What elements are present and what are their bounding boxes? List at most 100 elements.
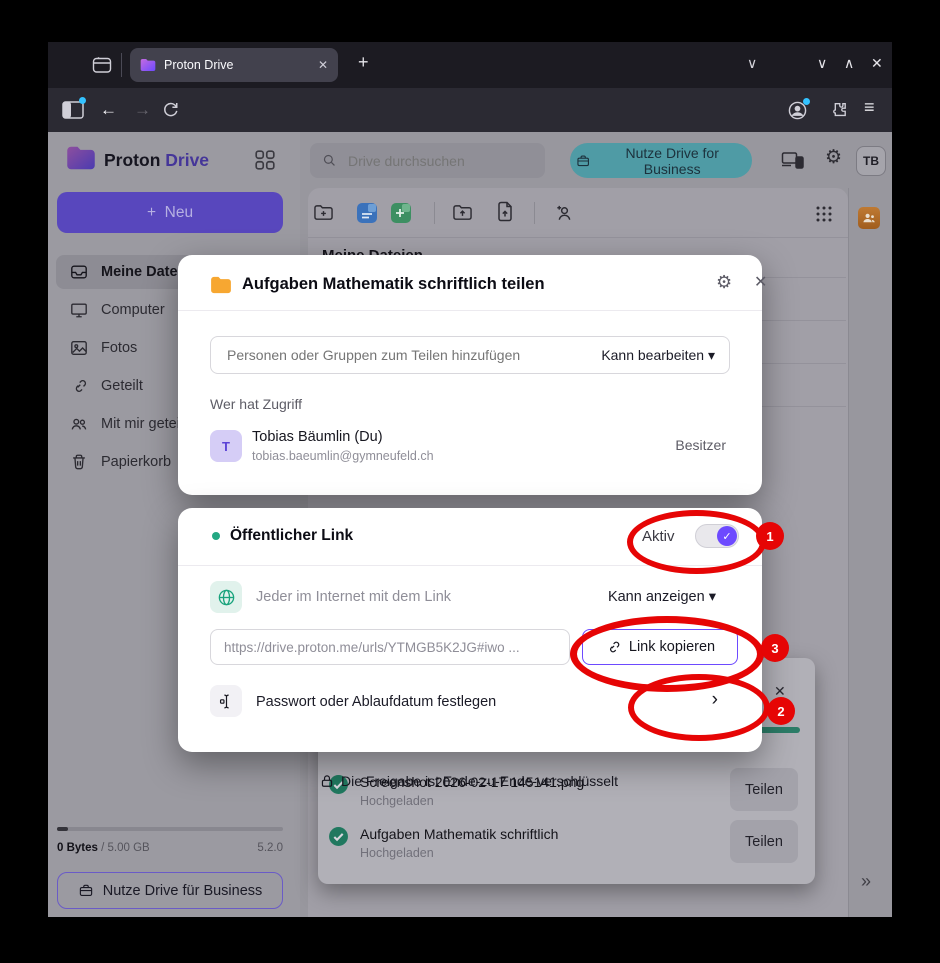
- tab-favicon-folder-icon: [140, 58, 156, 72]
- sidebar-notification-dot: [79, 97, 86, 104]
- globe-icon: [217, 588, 236, 607]
- search-icon: [322, 153, 337, 168]
- collapse-rail-icon[interactable]: »: [861, 872, 871, 890]
- annotation-badge-3: 3: [761, 634, 789, 662]
- proton-drive-logo-text: Proton Drive: [104, 150, 209, 171]
- trash-icon: [70, 453, 88, 471]
- app-version: 5.2.0: [257, 842, 283, 854]
- password-settings-icon: [218, 693, 235, 710]
- modal-close-icon[interactable]: ✕: [754, 275, 767, 291]
- window-minimize-button[interactable]: ∨: [817, 56, 827, 70]
- share-modal-card: Aufgaben Mathematik schriftlich teilen ⚙…: [178, 255, 762, 495]
- active-status-dot: [212, 532, 220, 540]
- sidebar-item-label: Papierkorb: [101, 454, 171, 470]
- window-maximize-button[interactable]: ∧: [844, 56, 854, 70]
- public-link-heading: Öffentlicher Link: [230, 527, 353, 545]
- modal-settings-gear-icon[interactable]: ⚙: [716, 273, 732, 291]
- invite-field[interactable]: Kann bearbeiten ▾: [210, 336, 730, 374]
- member-name: Tobias Bäumlin (Du): [252, 429, 383, 445]
- reload-icon[interactable]: [162, 100, 179, 118]
- back-button[interactable]: ←: [100, 101, 117, 118]
- annotation-ellipse-chevron: [628, 674, 770, 741]
- proton-drive-logo-icon: [66, 145, 96, 171]
- window-close-button[interactable]: ✕: [871, 56, 883, 70]
- new-tab-button[interactable]: +: [358, 53, 369, 71]
- caret-down-icon: ▾: [708, 347, 715, 363]
- business-upsell-footer-button[interactable]: Nutze Drive für Business: [57, 872, 283, 909]
- toolbar-separator: [534, 202, 535, 224]
- app-switcher-grid-icon[interactable]: [254, 149, 276, 171]
- share-url-field[interactable]: https://drive.proton.me/urls/YTMGB5K2JG#…: [210, 629, 570, 665]
- audience-label: Jeder im Internet mit dem Link: [256, 589, 451, 605]
- lock-icon: [320, 773, 334, 789]
- tab-proton-drive[interactable]: Proton Drive ✕: [130, 48, 338, 82]
- forward-button: →: [134, 101, 151, 118]
- toast-file-status: Hochgeladen: [360, 794, 434, 808]
- password-expiry-label: Passwort oder Ablaufdatum festlegen: [256, 694, 496, 710]
- upload-file-icon[interactable]: [496, 201, 514, 223]
- new-document-icon[interactable]: [356, 202, 378, 224]
- new-spreadsheet-icon[interactable]: [390, 202, 412, 224]
- browser-window: Proton Drive ✕ + ∨ ∨ ∧ ✕ ← → drive.proto…: [48, 42, 892, 917]
- storage-meter-fill: [57, 827, 68, 831]
- annotation-badge-2: 2: [767, 697, 795, 725]
- member-role: Besitzer: [675, 437, 726, 453]
- my-files-icon: [70, 263, 88, 281]
- avatar[interactable]: TB: [856, 146, 886, 176]
- storage-label: 0 Bytes / 5.00 GB 5.2.0: [57, 842, 283, 854]
- search-input[interactable]: [346, 152, 520, 170]
- share-user-plus-icon[interactable]: [554, 203, 575, 223]
- browser-nav-bar: ← → drive.proton.me/u/1/UvZI79ZyJ4XqBTDv…: [48, 88, 892, 132]
- member-email: tobias.baeumlin@gymneufeld.ch: [252, 449, 434, 463]
- folder-icon: [210, 276, 232, 294]
- briefcase-icon: [576, 154, 590, 168]
- upload-folder-icon[interactable]: [452, 203, 473, 222]
- computer-icon: [70, 301, 88, 319]
- contacts-rail-icon[interactable]: [858, 207, 880, 229]
- toolbar-divider: [308, 237, 848, 238]
- toolbar-separator: [434, 202, 435, 224]
- annotation-badge-1: 1: [756, 522, 784, 550]
- toast-file-status: Hochgeladen: [360, 846, 434, 860]
- new-folder-icon[interactable]: [313, 203, 334, 222]
- permission-dropdown[interactable]: Kann bearbeiten ▾: [601, 347, 715, 364]
- right-rail-divider: [848, 188, 849, 917]
- modal-header-divider: [178, 310, 762, 311]
- toast-close-icon[interactable]: ✕: [774, 684, 786, 698]
- e2ee-footer-text: Die Freigabe ist Ende-zu-Ende-verschlüss…: [341, 773, 618, 789]
- photos-icon: [70, 339, 88, 357]
- member-avatar: T: [210, 430, 242, 462]
- search-bar[interactable]: [310, 143, 545, 178]
- briefcase-icon: [78, 883, 94, 898]
- users-icon: [70, 415, 88, 433]
- grid-view-icon[interactable]: [814, 204, 834, 224]
- devices-icon[interactable]: [781, 151, 805, 171]
- account-notification-dot: [803, 98, 810, 105]
- password-expiry-iconbox: [210, 685, 242, 717]
- firefox-view-icon[interactable]: [92, 56, 112, 74]
- link-icon: [70, 377, 88, 395]
- tab-list-dropdown-icon[interactable]: ∨: [747, 56, 757, 70]
- browser-tab-bar: Proton Drive ✕ + ∨ ∨ ∧ ✕: [48, 42, 892, 88]
- link-permission-dropdown[interactable]: Kann anzeigen ▾: [608, 589, 716, 605]
- sidebar-item-label: Fotos: [101, 340, 137, 356]
- toast-share-button[interactable]: Teilen: [730, 768, 798, 811]
- tab-close-icon[interactable]: ✕: [318, 59, 328, 71]
- contacts-people-icon: [862, 212, 876, 224]
- business-upsell-header-button[interactable]: Nutze Drive for Business: [570, 143, 752, 178]
- access-heading: Wer hat Zugriff: [210, 396, 302, 412]
- menu-hamburger-icon[interactable]: ≡: [864, 98, 875, 116]
- modal-title: Aufgaben Mathematik schriftlich teilen: [242, 275, 545, 294]
- caret-down-icon: ▾: [709, 589, 716, 605]
- share-url-text: https://drive.proton.me/urls/YTMGB5K2JG#…: [224, 640, 520, 655]
- new-button[interactable]: + Neu: [57, 192, 283, 233]
- sidebar-item-label: Mit mir geteilt: [101, 416, 187, 432]
- invite-input[interactable]: [225, 346, 601, 364]
- check-circle-icon: [328, 826, 349, 847]
- toast-share-button[interactable]: Teilen: [730, 820, 798, 863]
- settings-gear-icon[interactable]: ⚙: [825, 148, 842, 167]
- extensions-puzzle-icon[interactable]: [829, 101, 847, 119]
- toast-item: Aufgaben Mathematik schriftlich Hochgela…: [318, 820, 815, 872]
- e2ee-footer: Die Freigabe ist Ende-zu-Ende-verschlüss…: [320, 773, 618, 789]
- sidebar-item-label: Geteilt: [101, 378, 143, 394]
